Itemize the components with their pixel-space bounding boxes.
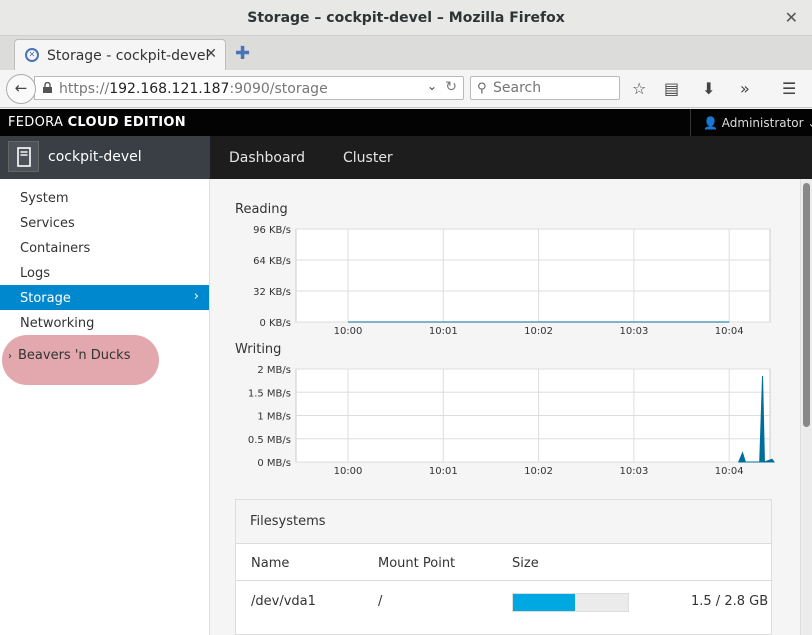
cockpit-favicon-icon: ✕ xyxy=(25,48,39,62)
tab-close-icon[interactable]: ✕ xyxy=(205,46,217,62)
search-bar[interactable]: ⚲ xyxy=(470,76,620,100)
usage-bar xyxy=(512,593,629,612)
writing-y-tick: 2 MB/s xyxy=(257,365,291,376)
filesystem-name: /dev/vda1 xyxy=(251,594,316,609)
reading-chart: 96 KB/s 64 KB/s 32 KB/s 0 KB/s 10:00 10:01 10:… xyxy=(253,225,771,337)
bookmark-star-icon[interactable]: ☆ xyxy=(632,79,646,98)
sidebar: System Services Containers Logs Storage … xyxy=(0,179,210,635)
column-header-mount: Mount Point xyxy=(378,556,456,571)
sidebar-item-label: Storage xyxy=(20,291,71,306)
reload-icon[interactable]: ↻ xyxy=(445,79,457,95)
search-icon: ⚲ xyxy=(477,81,487,96)
sidebar-group-beavers[interactable]: › Beavers 'n Ducks xyxy=(8,348,130,363)
window-titlebar: Storage – cockpit-devel – Mozilla Firefo… xyxy=(0,0,812,36)
filesystem-mount: / xyxy=(378,594,383,609)
reading-x-tick: 10:02 xyxy=(524,326,553,337)
overflow-chevron-icon[interactable]: » xyxy=(740,79,750,98)
column-header-size: Size xyxy=(512,556,539,571)
user-icon: 👤 xyxy=(703,116,718,130)
server-icon xyxy=(8,141,39,172)
sidebar-item-networking[interactable]: Networking xyxy=(0,310,209,335)
reading-plot-area xyxy=(295,228,771,323)
window-title: Storage – cockpit-devel – Mozilla Firefo… xyxy=(247,10,565,26)
user-menu[interactable]: 👤 Administrator ⌄ xyxy=(690,109,812,136)
browser-tab[interactable]: ✕ Storage - cockpit-devel ✕ xyxy=(14,39,226,70)
writing-x-tick: 10:00 xyxy=(334,466,363,477)
reading-y-tick: 0 KB/s xyxy=(259,318,291,329)
filesystems-title: Filesystems xyxy=(250,514,326,529)
reading-x-tick: 10:04 xyxy=(715,326,744,337)
writing-chart: 2 MB/s 1.5 MB/s 1 MB/s 0.5 MB/s 0 MB/s 10:00 1… xyxy=(248,365,775,477)
brand-bar: FEDORA CLOUD EDITION 👤 Administrator ⌄ xyxy=(0,109,812,136)
host-name: cockpit-devel xyxy=(48,149,142,165)
writing-x-tick: 10:02 xyxy=(524,466,553,477)
url-bar[interactable]: https://192.168.121.187:9090/storage ⌄ ↻ xyxy=(34,76,464,100)
download-icon[interactable]: ⬇ xyxy=(702,79,715,98)
chevron-right-icon: › xyxy=(8,351,12,362)
host-selector[interactable]: cockpit-devel xyxy=(0,136,210,179)
tab-label: Storage - cockpit-devel xyxy=(47,48,210,64)
navigation-toolbar: https://192.168.121.187:9090/storage ⌄ ↻… xyxy=(0,70,812,108)
back-button[interactable]: ← xyxy=(6,74,36,104)
sidebar-item-storage[interactable]: Storage › xyxy=(0,285,209,310)
reading-chart-title: Reading xyxy=(235,202,288,217)
reading-y-tick: 32 KB/s xyxy=(253,287,291,298)
nav-dashboard[interactable]: Dashboard xyxy=(229,150,305,166)
sidebar-item-system[interactable]: System xyxy=(0,185,209,210)
url-dropdown-icon[interactable]: ⌄ xyxy=(427,79,437,93)
window-close-icon[interactable]: ✕ xyxy=(785,8,798,27)
writing-chart-title: Writing xyxy=(235,342,282,357)
chevron-down-icon: ⌄ xyxy=(807,116,812,130)
url-text: https://192.168.121.187:9090/storage xyxy=(59,81,328,97)
reading-list-icon[interactable]: ▤ xyxy=(664,79,679,98)
writing-y-tick: 0 MB/s xyxy=(257,458,291,469)
scrollbar[interactable] xyxy=(800,179,812,635)
reading-x-tick: 10:00 xyxy=(334,326,363,337)
new-tab-icon[interactable]: ✚ xyxy=(235,43,250,64)
column-header-name: Name xyxy=(251,556,290,571)
writing-x-tick: 10:03 xyxy=(619,466,648,477)
sidebar-item-services[interactable]: Services xyxy=(0,210,209,235)
tab-bar: ✕ Storage - cockpit-devel ✕ xyxy=(0,36,812,70)
divider xyxy=(236,580,771,581)
scrollbar-thumb[interactable] xyxy=(803,183,810,427)
host-bar: cockpit-devel Dashboard Cluster xyxy=(0,136,812,179)
reading-x-tick: 10:03 xyxy=(619,326,648,337)
filesystem-size: 1.5 / 2.8 GB xyxy=(691,594,769,609)
search-input[interactable] xyxy=(493,80,613,96)
user-label: Administrator xyxy=(721,116,804,130)
filesystems-panel: Filesystems Name Mount Point Size /dev/v… xyxy=(235,499,772,635)
brand-logo: FEDORA CLOUD EDITION xyxy=(8,115,186,130)
chevron-right-icon: › xyxy=(193,289,199,304)
filesystems-header: Filesystems xyxy=(236,500,771,544)
writing-y-tick: 0.5 MB/s xyxy=(248,435,291,446)
writing-x-tick: 10:04 xyxy=(715,466,744,477)
writing-y-tick: 1.5 MB/s xyxy=(248,388,291,399)
menu-icon[interactable]: ☰ xyxy=(782,79,796,98)
reading-y-tick: 64 KB/s xyxy=(253,256,291,267)
nav-cluster[interactable]: Cluster xyxy=(343,150,393,166)
writing-y-tick: 1 MB/s xyxy=(257,412,291,423)
reading-x-tick: 10:01 xyxy=(429,326,458,337)
usage-bar-fill xyxy=(513,594,575,611)
sidebar-item-logs[interactable]: Logs xyxy=(0,260,209,285)
reading-y-tick: 96 KB/s xyxy=(253,225,291,236)
lock-icon xyxy=(43,82,52,93)
sidebar-item-containers[interactable]: Containers xyxy=(0,235,209,260)
writing-x-tick: 10:01 xyxy=(429,466,458,477)
